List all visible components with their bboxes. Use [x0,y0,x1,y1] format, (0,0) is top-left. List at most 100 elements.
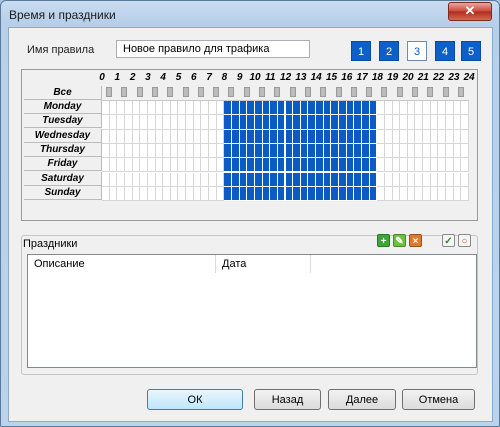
schedule-cell[interactable] [147,143,156,159]
schedule-cell[interactable] [339,143,347,159]
schedule-cell[interactable] [423,129,431,144]
schedule-cell[interactable] [384,101,393,116]
schedule-cell[interactable] [239,115,248,130]
schedule-cell[interactable] [446,115,454,130]
schedule-cell[interactable] [239,158,248,173]
schedule-cell[interactable] [384,115,393,130]
schedule-cell[interactable] [430,101,439,116]
schedule-cell[interactable] [201,115,210,130]
schedule-cell[interactable] [170,172,179,187]
schedule-cell[interactable] [293,101,301,116]
schedule-cell[interactable] [224,129,232,144]
schedule-cell[interactable] [132,143,141,159]
schedule-cell[interactable] [247,129,255,144]
schedule-cell[interactable] [316,129,324,144]
schedule-cell[interactable] [400,115,408,130]
column-extra[interactable] [311,255,476,273]
schedule-cell[interactable] [216,158,225,173]
schedule-cell[interactable] [285,172,294,187]
schedule-cell[interactable] [247,172,255,187]
schedule-cell[interactable] [407,172,416,187]
schedule-cell[interactable] [147,172,156,187]
schedule-cell[interactable] [201,143,210,159]
schedule-cell[interactable] [277,186,286,202]
hour-toggle[interactable] [213,87,220,97]
schedule-cell[interactable] [239,129,248,144]
schedule-cell[interactable] [415,172,424,187]
schedule-cell[interactable] [140,172,148,187]
ok-button[interactable]: ОК [147,389,243,410]
schedule-cell[interactable] [201,186,210,202]
schedule-cell[interactable] [231,172,240,187]
schedule-cell[interactable] [170,143,179,159]
schedule-cell[interactable] [124,101,133,116]
schedule-cell[interactable] [109,115,118,130]
hour-toggle[interactable] [182,87,189,97]
schedule-cell[interactable] [262,101,271,116]
schedule-cell[interactable] [102,101,110,116]
schedule-cell[interactable] [415,101,424,116]
schedule-cell[interactable] [415,115,424,130]
schedule-cell[interactable] [339,115,347,130]
schedule-cell[interactable] [354,158,362,173]
schedule-cell[interactable] [270,129,278,144]
schedule-cell[interactable] [178,101,187,116]
schedule-cell[interactable] [231,186,240,202]
schedule-cell[interactable] [423,186,431,202]
hour-toggle[interactable] [151,87,158,97]
schedule-cell[interactable] [216,115,225,130]
schedule-cell[interactable] [369,143,378,159]
schedule-cell[interactable] [102,143,110,159]
schedule-cell[interactable] [293,129,301,144]
schedule-cell[interactable] [293,115,301,130]
hour-toggle[interactable] [228,87,235,97]
schedule-cell[interactable] [147,101,156,116]
schedule-cell[interactable] [361,172,370,187]
schedule-cell[interactable] [400,129,408,144]
schedule-cell[interactable] [438,115,447,130]
schedule-cell[interactable] [186,186,194,202]
day-label-thursday[interactable]: Thursday [24,142,102,157]
schedule-cell[interactable] [423,158,431,173]
schedule-cell[interactable] [270,172,278,187]
schedule-cell[interactable] [102,115,110,130]
day-label-tuesday[interactable]: Tuesday [24,114,102,129]
schedule-cell[interactable] [216,172,225,187]
schedule-cell[interactable] [170,158,179,173]
schedule-cell[interactable] [407,129,416,144]
schedule-cell[interactable] [117,158,125,173]
schedule-cell[interactable] [277,172,286,187]
schedule-cell[interactable] [147,129,156,144]
schedule-cell[interactable] [186,129,194,144]
schedule-cell[interactable] [262,129,271,144]
schedule-cell[interactable] [216,129,225,144]
schedule-cell[interactable] [308,115,317,130]
day-label-friday[interactable]: Friday [24,157,102,172]
schedule-cell[interactable] [453,186,462,202]
schedule-cell[interactable] [384,186,393,202]
schedule-cell[interactable] [308,101,317,116]
schedule-cell[interactable] [132,101,141,116]
schedule-cell[interactable] [231,143,240,159]
schedule-cell[interactable] [209,129,217,144]
schedule-cell[interactable] [446,172,454,187]
schedule-cell[interactable] [254,158,263,173]
schedule-cell[interactable] [186,143,194,159]
schedule-cell[interactable] [170,101,179,116]
schedule-cell[interactable] [224,101,232,116]
schedule-cell[interactable] [293,172,301,187]
hour-toggle[interactable] [427,87,434,97]
schedule-cell[interactable] [300,186,309,202]
schedule-cell[interactable] [316,115,324,130]
schedule-cell[interactable] [193,101,202,116]
schedule-cell[interactable] [163,129,171,144]
schedule-cell[interactable] [147,115,156,130]
hour-toggle[interactable] [366,87,373,97]
schedule-cell[interactable] [224,172,232,187]
schedule-cell[interactable] [216,186,225,202]
schedule-cell[interactable] [400,101,408,116]
schedule-cell[interactable] [354,129,362,144]
schedule-cell[interactable] [369,172,378,187]
schedule-cell[interactable] [155,158,164,173]
schedule-cell[interactable] [323,115,332,130]
